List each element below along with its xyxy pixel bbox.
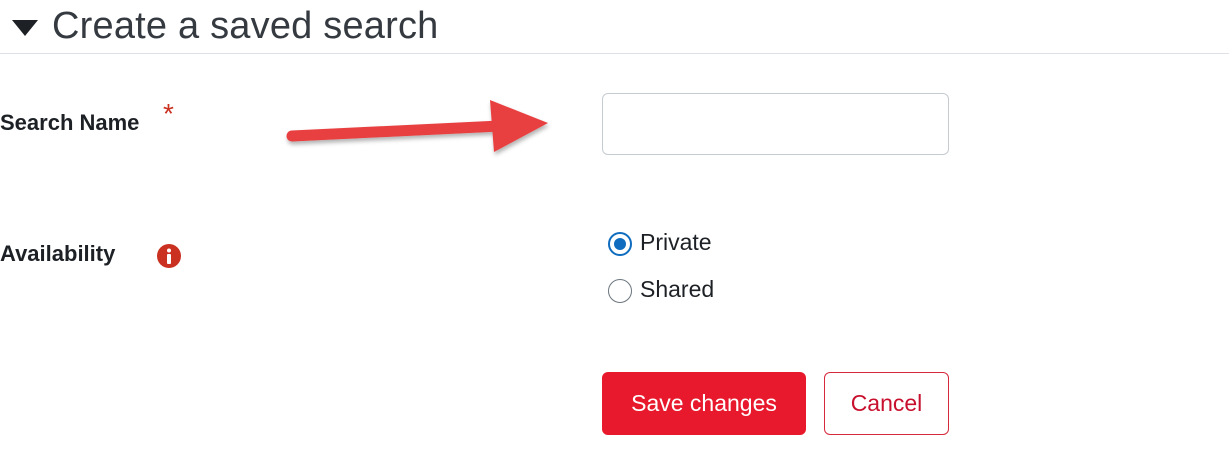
info-icon[interactable]: [156, 243, 182, 269]
section-title[interactable]: Create a saved search: [52, 5, 439, 48]
annotation-arrow: [286, 100, 548, 152]
availability-label: Availability: [0, 241, 116, 266]
radio-shared-label: Shared: [640, 275, 715, 302]
radio-private-button[interactable]: [608, 232, 632, 256]
save-changes-button[interactable]: Save changes: [602, 372, 806, 435]
required-asterisk: *: [163, 98, 174, 129]
radio-private[interactable]: Private: [608, 228, 712, 256]
radio-private-label: Private: [640, 228, 712, 255]
section-header: Create a saved search: [0, 0, 1229, 54]
radio-shared[interactable]: Shared: [608, 275, 714, 303]
search-name-label: Search Name: [0, 110, 140, 135]
saved-search-form-page: Create a saved search Search Name * Avai…: [0, 0, 1229, 452]
search-name-input[interactable]: [602, 93, 949, 155]
radio-shared-button[interactable]: [608, 279, 632, 303]
caret-down-icon[interactable]: [10, 18, 40, 38]
cancel-button[interactable]: Cancel: [824, 372, 949, 435]
